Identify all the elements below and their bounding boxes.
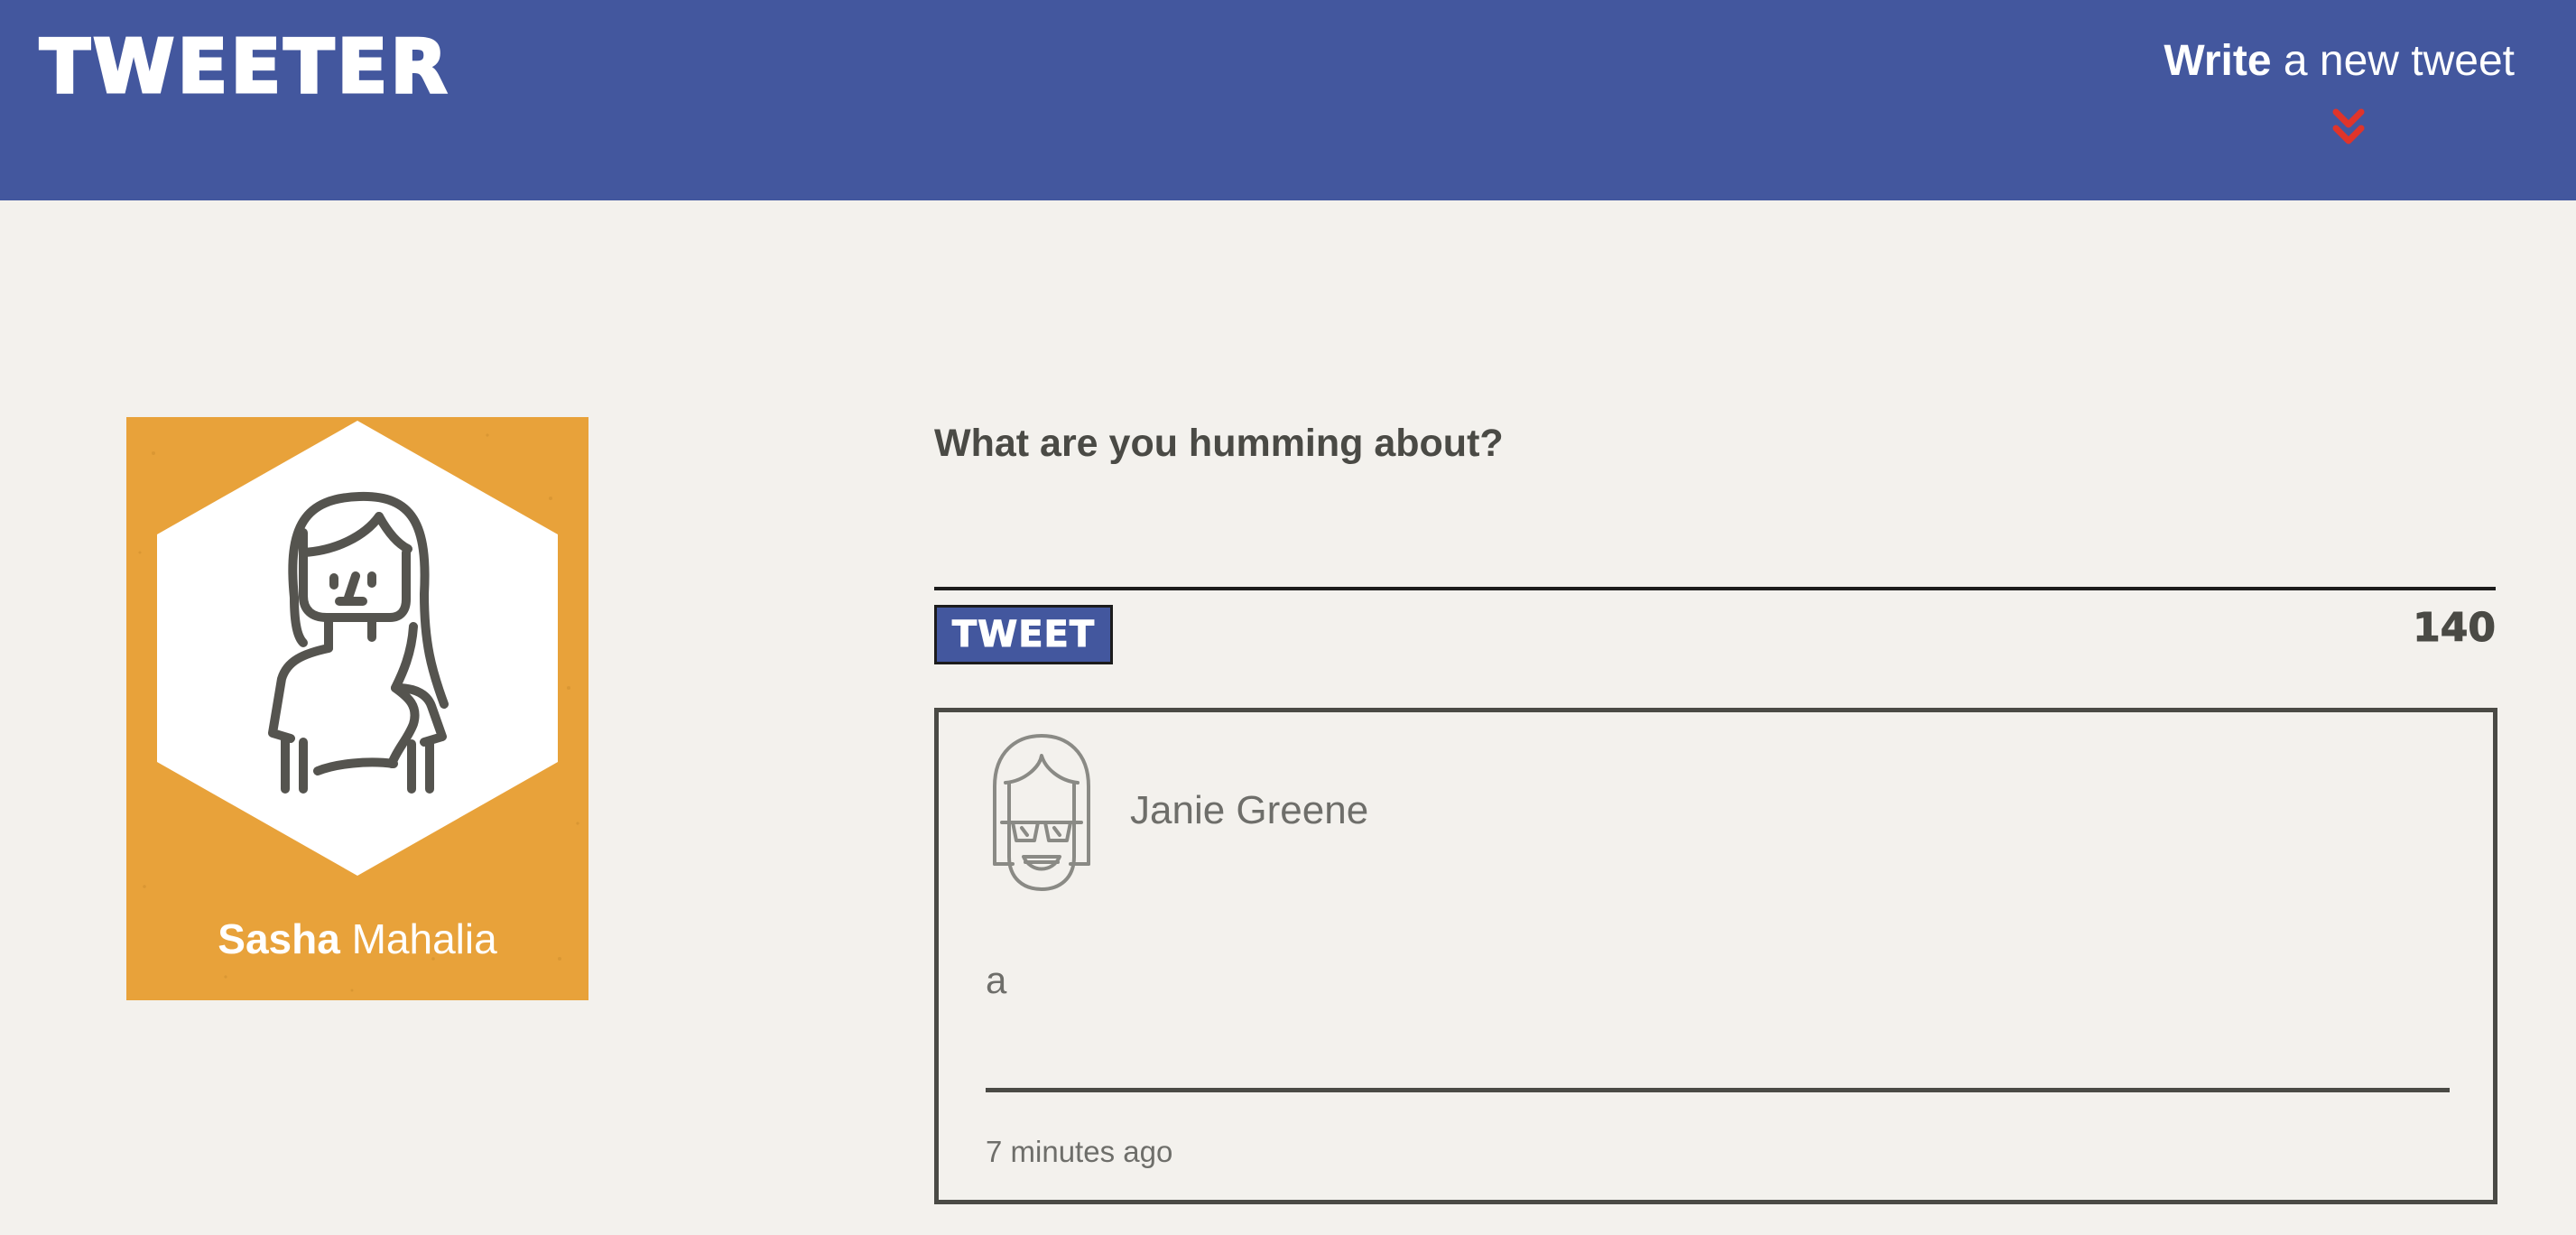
tweet-timestamp: 7 minutes ago — [986, 1135, 1173, 1168]
double-chevron-down-icon[interactable] — [2330, 107, 2367, 152]
tweet-body: a — [986, 959, 1007, 1001]
write-new-tweet-label: Write a new tweet — [2136, 32, 2515, 90]
tweet-button[interactable]: TWEET — [934, 605, 1113, 664]
write-label-rest: a new tweet — [2271, 37, 2515, 85]
write-label-bold: Write — [2164, 37, 2272, 85]
navbar: TWEETER Write a new tweet — [0, 0, 2576, 200]
tweet-card: Janie Greene a 7 minutes ago — [934, 708, 2497, 1204]
woman-sunglasses-avatar-icon — [993, 734, 1090, 891]
tweet-divider — [986, 1088, 2450, 1092]
profile-card: Sasha Mahalia — [126, 417, 588, 1000]
profile-last-name: Mahalia — [339, 915, 497, 962]
tweet-input[interactable] — [934, 506, 2496, 590]
char-counter: 140 — [2413, 605, 2497, 652]
profile-name: Sasha Mahalia — [126, 912, 588, 966]
profile-first-name: Sasha — [218, 915, 340, 962]
compose-prompt: What are you humming about? — [934, 422, 1504, 465]
hexagon-frame — [157, 421, 558, 876]
tweet-author[interactable]: Janie Greene — [1130, 785, 1368, 837]
app-logo[interactable]: TWEETER — [39, 29, 450, 106]
write-new-tweet-toggle[interactable]: Write a new tweet — [2136, 32, 2515, 159]
